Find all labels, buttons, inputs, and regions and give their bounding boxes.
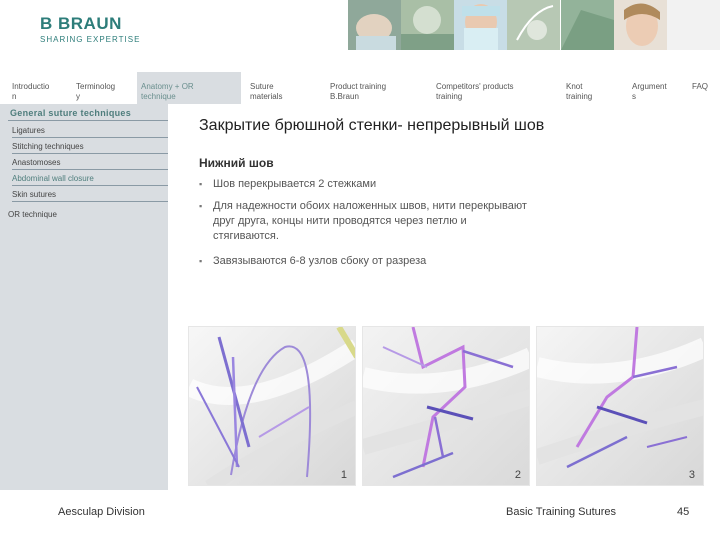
header-photo-green2 bbox=[560, 0, 614, 50]
divider bbox=[12, 153, 168, 154]
suture-illustration-3: 3 bbox=[536, 326, 704, 486]
bullet-item: ▪ Шов перекрывается 2 стежками bbox=[199, 177, 529, 192]
bullet-marker: ▪ bbox=[199, 256, 203, 266]
sidebar: General suture techniques Ligatures Stit… bbox=[0, 104, 168, 490]
bullet-text: Завязываются 6-8 узлов сбоку от разреза bbox=[213, 255, 427, 267]
nav-anatomy-or-technique[interactable]: Anatomy + OR technique bbox=[137, 72, 241, 104]
nav-arguments[interactable]: Argument s bbox=[628, 72, 680, 104]
header-photo-surgeon bbox=[454, 0, 508, 50]
nav-product-training[interactable]: Product training B.Braun bbox=[326, 72, 426, 104]
top-navigation: Introductio n Terminolog y Anatomy + OR tec… bbox=[0, 72, 720, 104]
divider bbox=[12, 137, 168, 138]
footer-course-title: Basic Training Sutures bbox=[506, 506, 617, 518]
divider bbox=[12, 201, 168, 202]
nav-suture-materials[interactable]: Suture materials bbox=[246, 72, 316, 104]
sidebar-item-abdominal-wall-closure[interactable]: Abdominal wall closure bbox=[12, 174, 94, 183]
bullet-marker: ▪ bbox=[199, 201, 203, 211]
nav-faq[interactable]: FAQ bbox=[688, 72, 718, 104]
section-subheading: Нижний шов bbox=[199, 156, 274, 170]
divider bbox=[12, 185, 168, 186]
nav-competitors-training[interactable]: Competitors' products training bbox=[432, 72, 554, 104]
sidebar-item-anastomoses[interactable]: Anastomoses bbox=[12, 158, 60, 167]
bullet-text: Для надежности обоих наложенных швов, ни… bbox=[213, 200, 527, 242]
sidebar-item-or-technique[interactable]: OR technique bbox=[8, 210, 57, 219]
nav-introduction[interactable]: Introductio n bbox=[8, 72, 68, 104]
figure-number: 3 bbox=[688, 469, 695, 481]
header-photo-instrument bbox=[507, 0, 561, 50]
header-photo-hand bbox=[348, 0, 401, 50]
header-photo-strip bbox=[348, 0, 720, 50]
nav-knot-training[interactable]: Knot training bbox=[562, 72, 622, 104]
divider bbox=[12, 169, 168, 170]
header-photo-face bbox=[613, 0, 667, 50]
brand-logo: B BRAUN SHARING EXPERTISE bbox=[40, 14, 140, 44]
bullet-marker: ▪ bbox=[199, 179, 203, 189]
sidebar-item-stitching-techniques[interactable]: Stitching techniques bbox=[12, 142, 84, 151]
sidebar-heading[interactable]: General suture techniques bbox=[10, 108, 131, 118]
divider bbox=[8, 120, 168, 121]
header-photo-blank bbox=[666, 0, 720, 50]
suture-illustration-1: 1 bbox=[188, 326, 356, 486]
figure-number: 1 bbox=[340, 469, 347, 481]
sidebar-item-skin-sutures[interactable]: Skin sutures bbox=[12, 190, 56, 199]
suture-illustration-2: 2 bbox=[362, 326, 530, 486]
bullet-text: Шов перекрывается 2 стежками bbox=[213, 178, 377, 190]
brand-name: B BRAUN bbox=[40, 14, 122, 33]
page-number: 45 bbox=[677, 506, 690, 518]
figure-number: 2 bbox=[514, 469, 521, 481]
bullet-item: ▪ Для надежности обоих наложенных швов, … bbox=[199, 199, 529, 244]
header-photo-green bbox=[401, 0, 455, 50]
brand-tagline: SHARING EXPERTISE bbox=[40, 35, 141, 44]
slide-title: Закрытие брюшной стенки- непрерывный шов bbox=[199, 117, 545, 134]
sidebar-item-ligatures[interactable]: Ligatures bbox=[12, 126, 45, 135]
footer-division: Aesculap Division bbox=[58, 506, 145, 518]
nav-terminology[interactable]: Terminolog y bbox=[72, 72, 130, 104]
bullet-item: ▪ Завязываются 6-8 узлов сбоку от разрез… bbox=[199, 254, 529, 269]
